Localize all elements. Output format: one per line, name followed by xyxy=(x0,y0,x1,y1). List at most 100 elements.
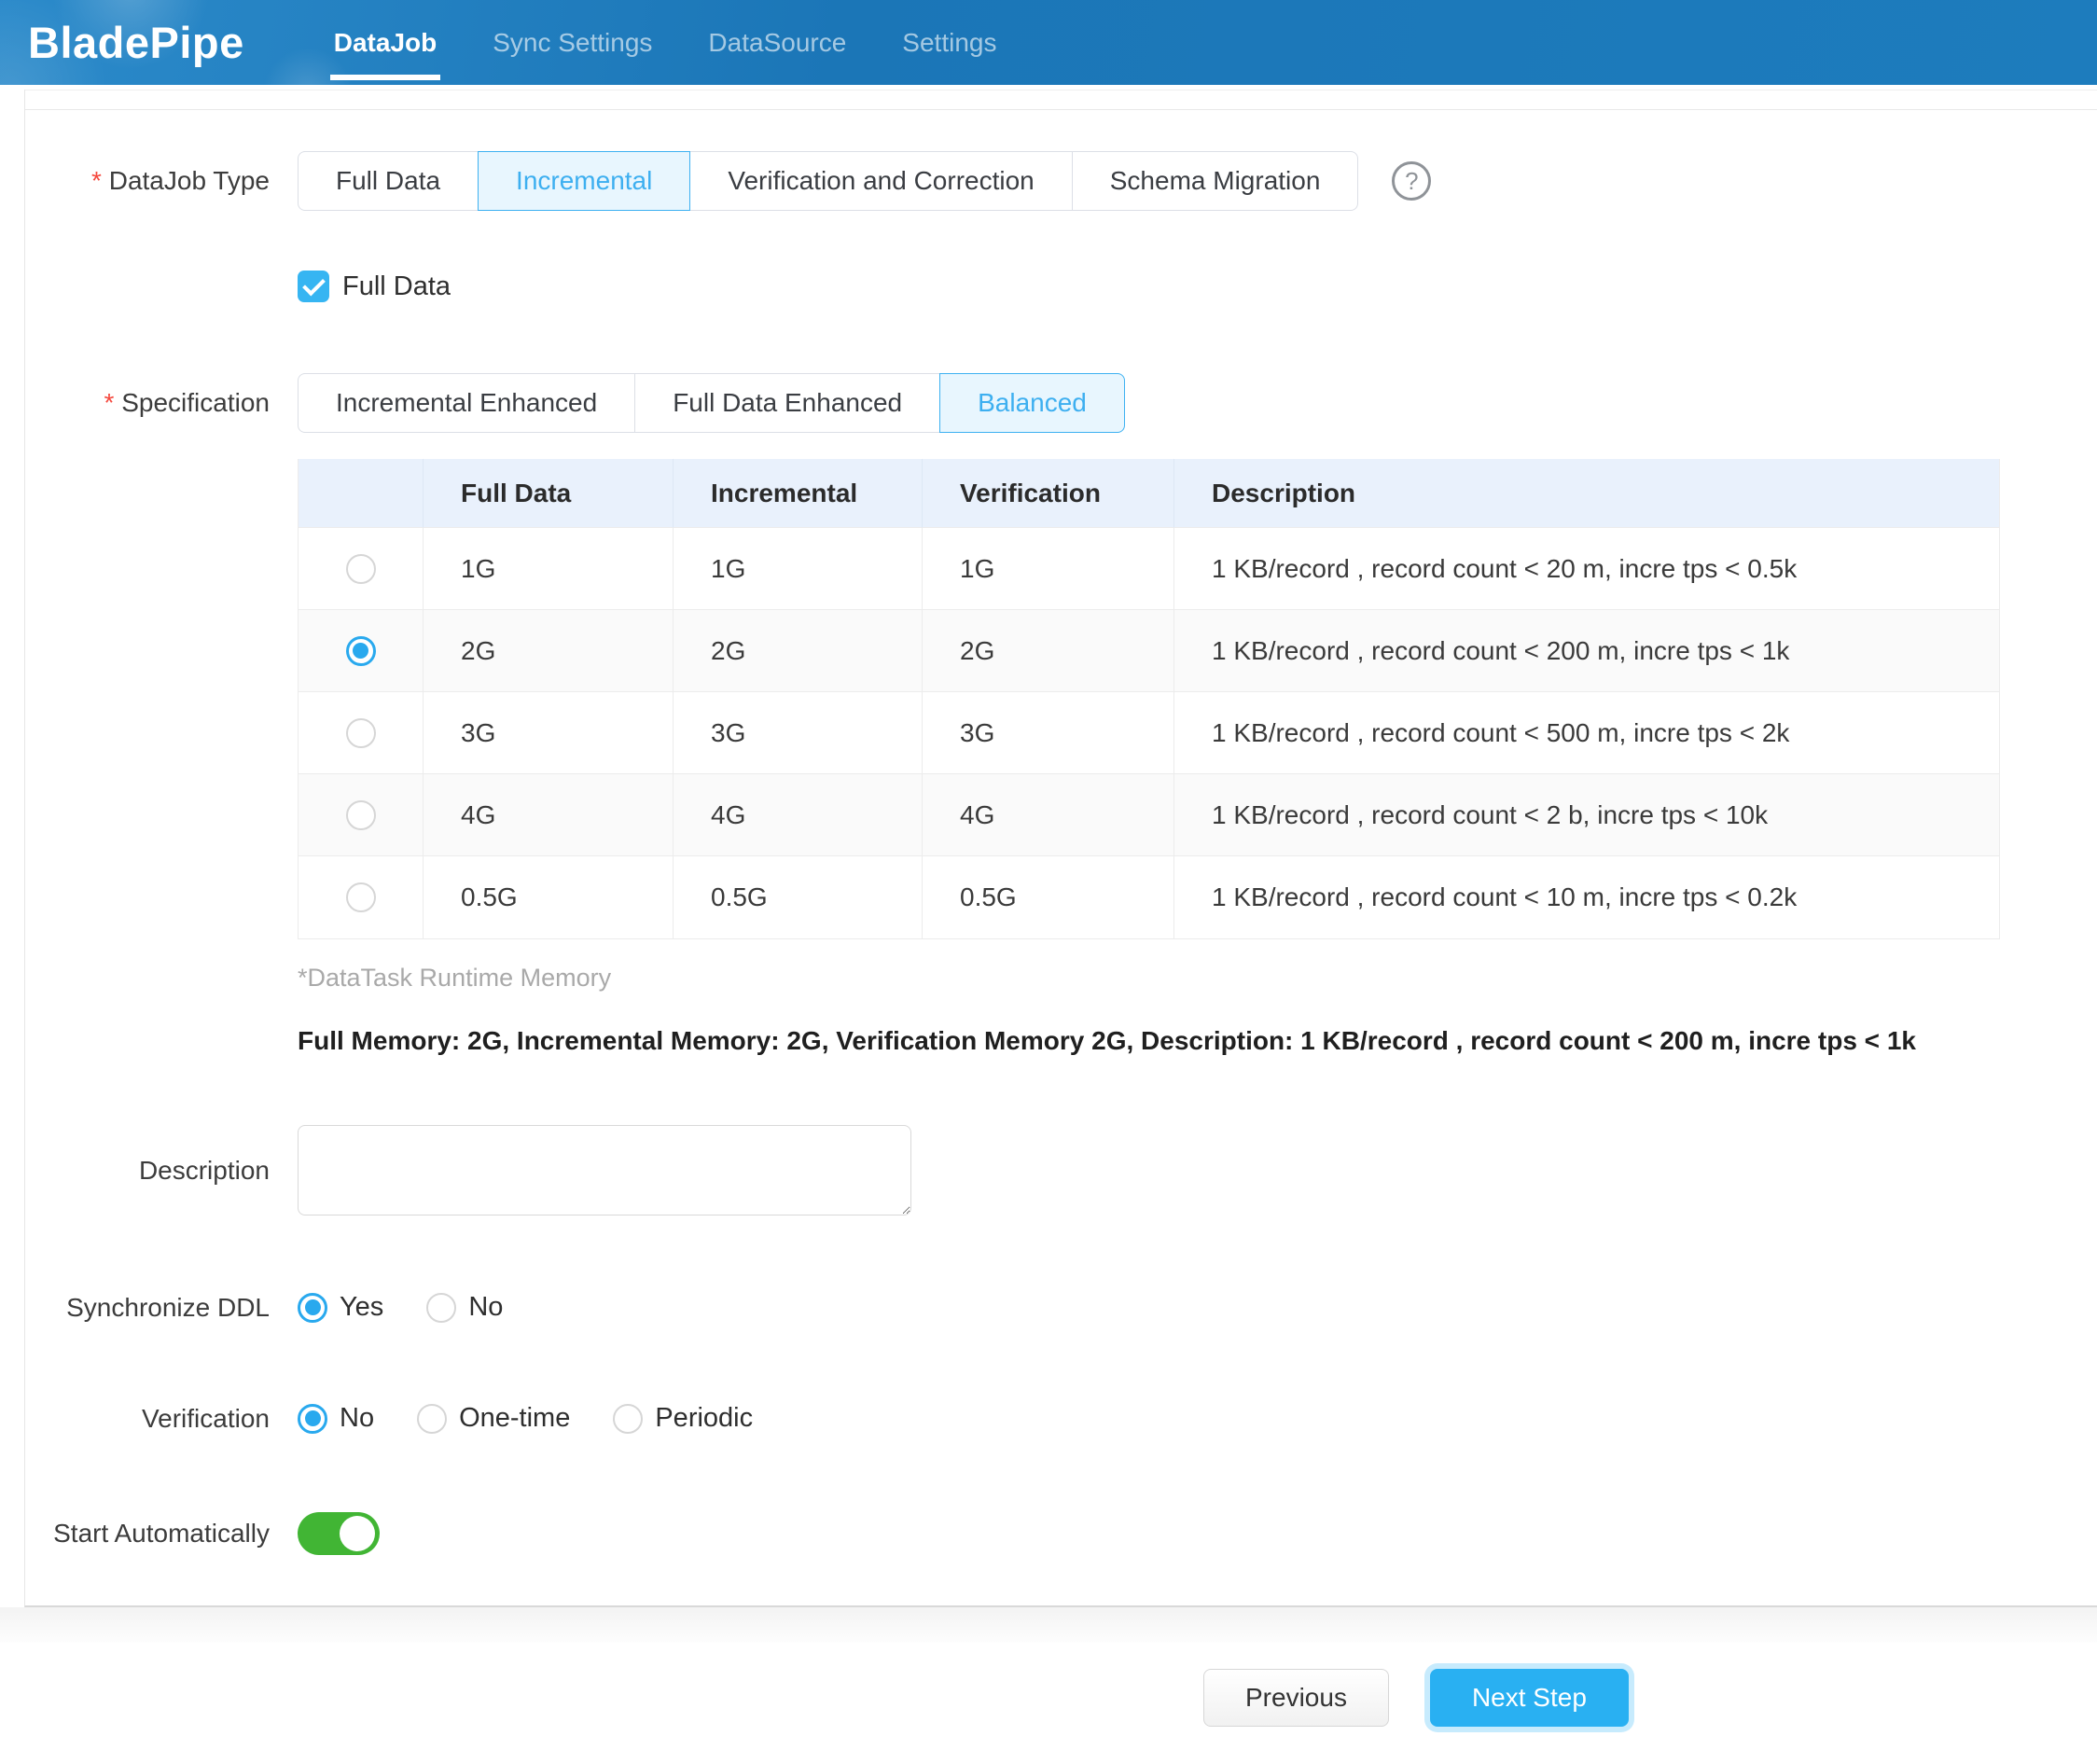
synchronize-ddl-radio-yes[interactable] xyxy=(298,1293,327,1323)
spec-row-radio-cell xyxy=(299,528,424,610)
description-textarea[interactable] xyxy=(298,1125,911,1215)
spec-cell-full-data: 2G xyxy=(424,610,674,692)
verification-option-periodic[interactable]: Periodic xyxy=(613,1403,753,1434)
spec-table-col-incremental: Incremental xyxy=(674,459,923,528)
verification-label-one-time: One-time xyxy=(459,1403,570,1434)
spec-cell-full-data: 1G xyxy=(424,528,674,610)
spec-table-col-radio xyxy=(299,459,424,528)
start-automatically-label: Start Automatically xyxy=(25,1519,270,1549)
spec-cell-incremental: 2G xyxy=(674,610,923,692)
spec-table-col-description: Description xyxy=(1174,459,1999,528)
spec-table-row-0-5g[interactable]: 0.5G0.5G0.5G1 KB/record , record count <… xyxy=(299,856,1999,938)
spec-row-radio-0-5g[interactable] xyxy=(346,882,376,912)
datajob-type-option-verification-and-correction[interactable]: Verification and Correction xyxy=(689,151,1072,211)
specification-label: Specification xyxy=(25,388,270,418)
specification-option-incremental-enhanced[interactable]: Incremental Enhanced xyxy=(298,373,635,433)
spec-cell-incremental: 1G xyxy=(674,528,923,610)
verification-option-one-time[interactable]: One-time xyxy=(417,1403,570,1434)
start-automatically-row: Start Automatically xyxy=(25,1512,2097,1555)
spec-cell-incremental: 4G xyxy=(674,774,923,856)
selection-summary: Full Memory: 2G, Incremental Memory: 2G,… xyxy=(298,1026,2097,1056)
datajob-type-option-incremental[interactable]: Incremental xyxy=(478,151,690,211)
synchronize-ddl-group: Yes No xyxy=(298,1292,546,1323)
spec-cell-verification: 2G xyxy=(923,610,1174,692)
main-panel: DataJob Type Full DataIncrementalVerific… xyxy=(24,90,2097,1607)
spec-row-radio-cell xyxy=(299,774,424,856)
synchronize-ddl-option-yes[interactable]: Yes xyxy=(298,1292,383,1323)
synchronize-ddl-radio-no[interactable] xyxy=(426,1293,456,1323)
table-footnote: *DataTask Runtime Memory xyxy=(298,964,2097,993)
nav-tab-sync-settings[interactable]: Sync Settings xyxy=(465,0,680,85)
spec-cell-description: 1 KB/record , record count < 20 m, incre… xyxy=(1174,528,1999,610)
nav-tabs: DataJobSync SettingsDataSourceSettings xyxy=(306,0,1025,85)
synchronize-ddl-label-no: No xyxy=(468,1292,503,1323)
nav-tab-datasource[interactable]: DataSource xyxy=(680,0,874,85)
specification-table-header: Full DataIncrementalVerificationDescript… xyxy=(299,459,1999,528)
datajob-type-group: Full DataIncrementalVerification and Cor… xyxy=(298,151,1358,211)
spec-table-row-2g[interactable]: 2G2G2G1 KB/record , record count < 200 m… xyxy=(299,610,1999,692)
footer: Previous Next Step xyxy=(0,1643,2097,1764)
spec-cell-verification: 1G xyxy=(923,528,1174,610)
verification-row: Verification No One-time Periodic xyxy=(25,1403,2097,1434)
top-navbar: BladePipe DataJobSync SettingsDataSource… xyxy=(0,0,2097,85)
verification-group: No One-time Periodic xyxy=(298,1403,796,1434)
spec-cell-full-data: 3G xyxy=(424,692,674,774)
specification-row: Specification Incremental EnhancedFull D… xyxy=(25,373,2097,433)
start-automatically-toggle[interactable] xyxy=(298,1512,380,1555)
spec-row-radio-cell xyxy=(299,610,424,692)
spec-cell-full-data: 0.5G xyxy=(424,856,674,938)
spec-cell-verification: 4G xyxy=(923,774,1174,856)
synchronize-ddl-option-no[interactable]: No xyxy=(426,1292,503,1323)
app-logo: BladePipe xyxy=(28,17,244,68)
spec-cell-verification: 0.5G xyxy=(923,856,1174,938)
spec-table-col-full-data: Full Data xyxy=(424,459,674,528)
spec-row-radio-cell xyxy=(299,692,424,774)
datajob-type-row: DataJob Type Full DataIncrementalVerific… xyxy=(25,151,2097,211)
spec-cell-description: 1 KB/record , record count < 500 m, incr… xyxy=(1174,692,1999,774)
footer-divider xyxy=(0,1607,2097,1643)
spec-table-row-1g[interactable]: 1G1G1G1 KB/record , record count < 20 m,… xyxy=(299,528,1999,610)
verification-radio-one-time[interactable] xyxy=(417,1404,447,1434)
spec-cell-incremental: 0.5G xyxy=(674,856,923,938)
next-step-button[interactable]: Next Step xyxy=(1430,1669,1629,1727)
datajob-type-option-full-data[interactable]: Full Data xyxy=(298,151,479,211)
specification-option-full-data-enhanced[interactable]: Full Data Enhanced xyxy=(634,373,940,433)
spec-row-radio-1g[interactable] xyxy=(346,554,376,584)
full-data-checkbox-label: Full Data xyxy=(342,271,451,302)
verification-option-no[interactable]: No xyxy=(298,1403,374,1434)
spec-row-radio-3g[interactable] xyxy=(346,718,376,748)
datajob-type-label: DataJob Type xyxy=(25,166,270,196)
verification-radio-periodic[interactable] xyxy=(613,1404,643,1434)
verification-label-no: No xyxy=(340,1403,374,1434)
spec-cell-full-data: 4G xyxy=(424,774,674,856)
full-data-checkbox[interactable] xyxy=(298,271,329,302)
spec-row-radio-4g[interactable] xyxy=(346,800,376,830)
specification-table: Full DataIncrementalVerificationDescript… xyxy=(298,459,2000,939)
description-label: Description xyxy=(25,1156,270,1186)
help-icon[interactable]: ? xyxy=(1392,161,1431,201)
specification-table-body: 1G1G1G1 KB/record , record count < 20 m,… xyxy=(299,528,1999,938)
spec-row-radio-2g[interactable] xyxy=(346,636,376,666)
spec-table-col-verification: Verification xyxy=(923,459,1174,528)
spec-table-row-3g[interactable]: 3G3G3G1 KB/record , record count < 500 m… xyxy=(299,692,1999,774)
synchronize-ddl-row: Synchronize DDL Yes No xyxy=(25,1292,2097,1323)
specification-group: Incremental EnhancedFull Data EnhancedBa… xyxy=(298,373,1125,433)
spec-row-radio-cell xyxy=(299,856,424,938)
verification-label: Verification xyxy=(25,1404,270,1434)
spec-cell-description: 1 KB/record , record count < 2 b, incre … xyxy=(1174,774,1999,856)
verification-radio-no[interactable] xyxy=(298,1404,327,1434)
datajob-type-option-schema-migration[interactable]: Schema Migration xyxy=(1072,151,1359,211)
nav-tab-settings[interactable]: Settings xyxy=(874,0,1024,85)
full-data-checkbox-row: Full Data xyxy=(25,271,2097,302)
spec-cell-verification: 3G xyxy=(923,692,1174,774)
spec-table-row-4g[interactable]: 4G4G4G1 KB/record , record count < 2 b, … xyxy=(299,774,1999,856)
spec-cell-description: 1 KB/record , record count < 200 m, incr… xyxy=(1174,610,1999,692)
specification-option-balanced[interactable]: Balanced xyxy=(939,373,1125,433)
spec-cell-description: 1 KB/record , record count < 10 m, incre… xyxy=(1174,856,1999,938)
synchronize-ddl-label-yes: Yes xyxy=(340,1292,383,1323)
spec-cell-incremental: 3G xyxy=(674,692,923,774)
verification-label-periodic: Periodic xyxy=(655,1403,753,1434)
previous-button[interactable]: Previous xyxy=(1203,1669,1389,1727)
synchronize-ddl-label: Synchronize DDL xyxy=(25,1293,270,1323)
nav-tab-datajob[interactable]: DataJob xyxy=(306,0,465,85)
